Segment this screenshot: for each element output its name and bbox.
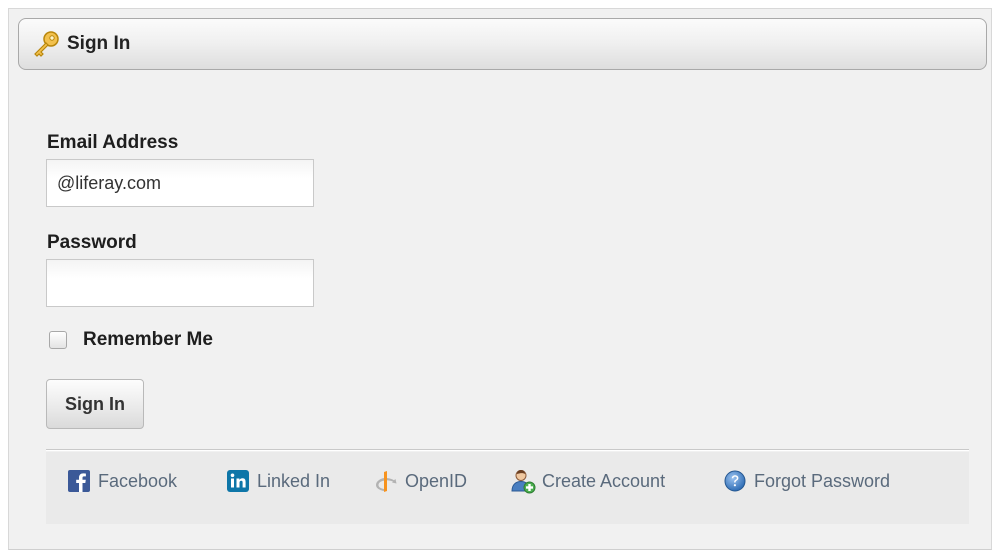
add-user-icon [510, 468, 536, 494]
facebook-icon [66, 468, 92, 494]
forgot-password-label: Forgot Password [754, 470, 891, 491]
page-title: Sign In [67, 33, 131, 54]
linkedin-label: Linked In [257, 470, 331, 491]
remember-me-row[interactable]: Remember Me [49, 329, 213, 351]
create-account-link[interactable]: Create Account [510, 466, 665, 496]
email-field[interactable] [46, 159, 314, 207]
password-label: Password [47, 232, 137, 253]
password-field[interactable] [46, 259, 314, 307]
sign-in-button[interactable]: Sign In [46, 379, 144, 429]
create-account-label: Create Account [542, 470, 666, 491]
help-icon [722, 468, 748, 494]
portlet-title-bar: Sign In [18, 18, 987, 70]
facebook-label: Facebook [98, 470, 178, 491]
remember-me-checkbox[interactable] [49, 331, 67, 349]
openid-icon [373, 468, 399, 494]
email-label: Email Address [47, 132, 179, 153]
linkedin-icon [225, 468, 251, 494]
key-icon [31, 29, 61, 59]
forgot-password-link[interactable]: Forgot Password [722, 466, 890, 496]
remember-me-label[interactable]: Remember Me [83, 329, 213, 351]
linkedin-link[interactable]: Linked In [225, 466, 330, 496]
openid-link[interactable]: OpenID [373, 466, 467, 496]
facebook-link[interactable]: Facebook [66, 466, 177, 496]
openid-label: OpenID [405, 470, 468, 491]
divider [46, 449, 969, 451]
